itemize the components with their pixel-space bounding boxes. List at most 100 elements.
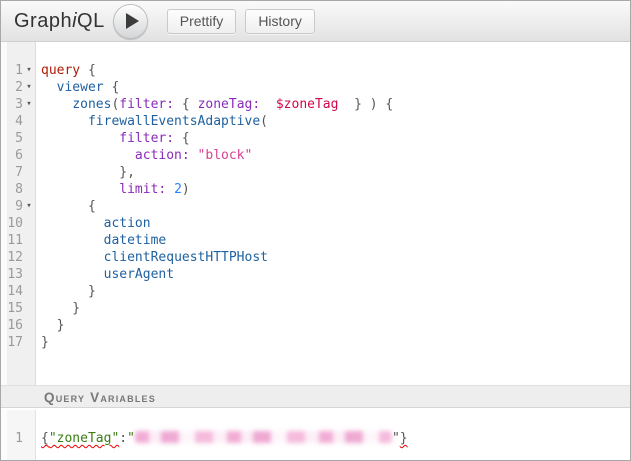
token-punc: { [174, 97, 197, 112]
token-prop: clientRequestHTTPHost [104, 250, 268, 265]
token-prop: zones [72, 97, 111, 112]
line-number: 3 [1, 96, 23, 113]
logo-text: Graph [14, 10, 72, 32]
token-punc: { [80, 63, 96, 78]
fold-spacer [23, 164, 35, 181]
line-number: 16 [1, 317, 23, 334]
token-punc [41, 267, 104, 282]
history-button[interactable]: History [245, 9, 315, 34]
gutter-line: 5 [1, 130, 35, 147]
code-line: }, [41, 164, 630, 181]
token-punc: }, [41, 165, 135, 180]
gutter-line: 1▾ [1, 62, 35, 79]
token-punc: } [41, 284, 96, 299]
fold-arrow-icon[interactable]: ▾ [23, 62, 35, 79]
gutter-line: 17 [1, 334, 35, 351]
token-punc [41, 250, 104, 265]
gutter-line: 1 [1, 430, 35, 447]
prettify-button[interactable]: Prettify [167, 9, 237, 34]
code-line: } [41, 300, 630, 317]
gutter-line: 3▾ [1, 96, 35, 113]
token-attr: limit: [119, 182, 166, 197]
gutter-line: 7 [1, 164, 35, 181]
fold-spacer [23, 249, 35, 266]
token-punc: ) [182, 182, 190, 197]
code-line: zones(filter: { zoneTag: $zoneTag } ) { [41, 96, 630, 113]
fold-spacer [23, 130, 35, 147]
gutter-line: 16 [1, 317, 35, 334]
query-editor-code[interactable]: query { viewer { zones(filter: { zoneTag… [36, 42, 630, 385]
gutter-line: 12 [1, 249, 35, 266]
token-punc: { [174, 131, 190, 146]
token-punc: } [41, 335, 49, 350]
code-line: userAgent [41, 266, 630, 283]
graphiql-logo: GraphiQL [14, 10, 105, 33]
gutter-line: 14 [1, 283, 35, 300]
code-line: {"zoneTag":""} [41, 430, 630, 447]
play-icon [126, 13, 139, 29]
token-attr: filter: [119, 97, 174, 112]
token-punc [41, 97, 72, 112]
token-num: 2 [174, 182, 182, 197]
line-number: 13 [1, 266, 23, 283]
fold-spacer [23, 334, 35, 351]
fold-spacer [23, 113, 35, 130]
gutter-line: 4 [1, 113, 35, 130]
code-line: query { [41, 62, 630, 79]
query-variables-header[interactable]: Query Variables [1, 385, 630, 408]
query-variables-title: Query Variables [44, 390, 156, 405]
code-line: action: "block" [41, 147, 630, 164]
code-line: filter: { [41, 130, 630, 147]
redacted-zone-tag-value [135, 431, 392, 443]
variables-editor[interactable]: 1 {"zoneTag":""} [1, 410, 630, 460]
token-key: " [127, 431, 135, 446]
token-punc: ( [260, 114, 268, 129]
token-punc [166, 182, 174, 197]
line-number: 10 [1, 215, 23, 232]
fold-spacer [23, 181, 35, 198]
gutter-line: 2▾ [1, 79, 35, 96]
toolbar: GraphiQL Prettify History [1, 1, 630, 42]
code-line: } [41, 317, 630, 334]
fold-arrow-icon[interactable]: ▾ [23, 198, 35, 215]
token-punc [260, 97, 276, 112]
execute-query-button[interactable] [113, 4, 148, 39]
line-number: 4 [1, 113, 23, 130]
code-line: action [41, 215, 630, 232]
line-number: 7 [1, 164, 23, 181]
gutter-line: 15 [1, 300, 35, 317]
line-number: 17 [1, 334, 23, 351]
variables-editor-code[interactable]: {"zoneTag":""} [36, 410, 630, 460]
token-punc: } [41, 318, 64, 333]
gutter-line: 11 [1, 232, 35, 249]
token-prop: action [104, 216, 151, 231]
line-number: 5 [1, 130, 23, 147]
token-prop: firewallEventsAdaptive [88, 114, 260, 129]
query-editor[interactable]: 1▾2▾3▾456789▾1011121314151617 query { vi… [1, 42, 630, 385]
line-number: 6 [1, 147, 23, 164]
fold-spacer [23, 317, 35, 334]
fold-spacer [23, 215, 35, 232]
token-punc [41, 80, 57, 95]
token-punc: " [392, 431, 400, 446]
code-line: clientRequestHTTPHost [41, 249, 630, 266]
graphiql-app: GraphiQL Prettify History 1▾2▾3▾456789▾1… [0, 0, 631, 461]
token-punc: } [41, 301, 80, 316]
line-number: 12 [1, 249, 23, 266]
token-prop: userAgent [104, 267, 174, 282]
fold-spacer [23, 300, 35, 317]
line-number: 11 [1, 232, 23, 249]
fold-arrow-icon[interactable]: ▾ [23, 96, 35, 113]
token-attr: action: [135, 148, 190, 163]
code-line: limit: 2) [41, 181, 630, 198]
gutter-line: 8 [1, 181, 35, 198]
token-punc: } ) { [338, 97, 393, 112]
fold-arrow-icon[interactable]: ▾ [23, 79, 35, 96]
variables-editor-gutter: 1 [1, 410, 36, 460]
line-number: 8 [1, 181, 23, 198]
gutter-line: 13 [1, 266, 35, 283]
token-punc: : [119, 431, 127, 446]
code-line: } [41, 334, 630, 351]
line-number: 2 [1, 79, 23, 96]
token-punc [190, 148, 198, 163]
